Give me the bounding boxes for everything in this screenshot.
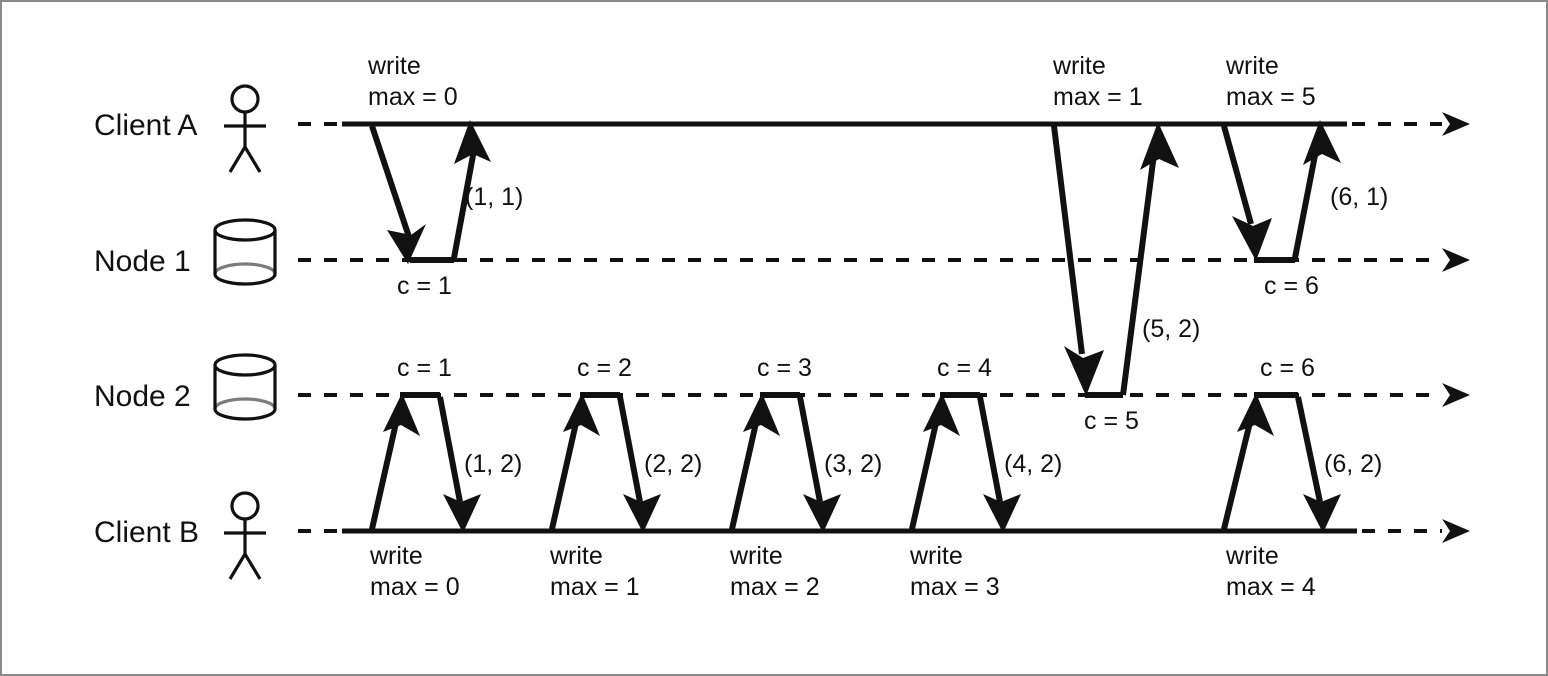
- timestamp-tag-6-1: (6, 1): [1330, 183, 1388, 211]
- actor-stick-figure-icon-client-a: [224, 84, 266, 173]
- note-client-a-write-0: write max = 0: [367, 52, 458, 111]
- note-line-1: write: [1052, 52, 1106, 80]
- counter-label-node-2-c1: c = 1: [397, 354, 452, 382]
- note-client-b-write-4: write max = 4: [1225, 542, 1316, 601]
- message-client-a-to-node-1-write5: [1221, 125, 1295, 263]
- note-line-2: max = 3: [910, 573, 1000, 601]
- note-line-1: write: [367, 52, 421, 80]
- note-line-2: max = 4: [1226, 573, 1316, 601]
- counter-label-node-2-c4: c = 4: [937, 354, 992, 382]
- database-cylinder-icon-node-1: [213, 218, 277, 286]
- counter-label-node-1-c1: c = 1: [397, 272, 452, 300]
- message-client-b-to-node-2-write2: [729, 392, 800, 530]
- message-node-2-to-client-b-reply1: (1, 2): [437, 396, 522, 533]
- note-line-1: write: [1225, 52, 1279, 80]
- counter-label-node-2-c5: c = 5: [1084, 407, 1139, 435]
- message-client-b-to-node-2-write0: [369, 392, 440, 530]
- note-line-2: max = 2: [730, 573, 820, 601]
- note-line-2: max = 5: [1226, 83, 1316, 111]
- actor-stick-figure-icon-client-b: [224, 491, 266, 580]
- lane-label-node-1: Node 1: [94, 245, 191, 278]
- message-node-2-to-client-b-reply6: (6, 2): [1295, 396, 1382, 533]
- note-line-1: write: [1225, 542, 1279, 570]
- counter-label-node-1-c6: c = 6: [1264, 272, 1319, 300]
- message-node-1-to-client-a-reply1: (1, 1): [451, 120, 523, 259]
- sequence-diagram: Client A Node 1 Node 2 Client B (1, 1) (…: [94, 52, 1470, 601]
- message-client-b-to-node-2-write3: [909, 392, 980, 530]
- note-client-b-write-2: write max = 2: [729, 542, 820, 601]
- timestamp-tag-2-2: (2, 2): [644, 450, 702, 478]
- timestamp-tag-1-1: (1, 1): [465, 183, 523, 211]
- counter-label-node-2-c3: c = 3: [757, 354, 812, 382]
- note-client-a-write-5: write max = 5: [1225, 52, 1316, 111]
- message-client-b-to-node-2-write1: [549, 392, 620, 530]
- message-node-2-to-client-b-reply2: (2, 2): [617, 396, 702, 533]
- timestamp-tag-3-2: (3, 2): [824, 450, 882, 478]
- note-line-1: write: [369, 542, 423, 570]
- note-line-1: write: [549, 542, 603, 570]
- lane-label-client-a: Client A: [94, 109, 197, 142]
- message-node-2-to-client-b-reply4: (4, 2): [977, 396, 1062, 533]
- timestamp-tag-6-2: (6, 2): [1324, 450, 1382, 478]
- figure-frame: Client A Node 1 Node 2 Client B (1, 1) (…: [0, 0, 1548, 676]
- counter-label-node-2-c2: c = 2: [577, 354, 632, 382]
- note-client-b-write-0: write max = 0: [369, 542, 460, 601]
- timestamp-tag-5-2: (5, 2): [1142, 315, 1200, 343]
- database-cylinder-icon-node-2: [213, 353, 277, 421]
- counter-label-node-2-c6: c = 6: [1260, 354, 1315, 382]
- note-line-2: max = 1: [1053, 83, 1143, 111]
- timestamp-tag-1-2: (1, 2): [464, 450, 522, 478]
- note-line-2: max = 0: [368, 83, 458, 111]
- note-line-2: max = 0: [370, 573, 460, 601]
- timestamp-tag-4-2: (4, 2): [1004, 450, 1062, 478]
- message-client-a-to-node-1-write0: [369, 125, 454, 264]
- note-client-b-write-1: write max = 1: [549, 542, 640, 601]
- note-line-1: write: [909, 542, 963, 570]
- lane-label-node-2: Node 2: [94, 380, 191, 413]
- note-client-b-write-3: write max = 3: [909, 542, 1000, 601]
- message-client-b-to-node-2-write4: [1221, 392, 1298, 530]
- message-node-1-to-client-a-reply6: (6, 1): [1292, 120, 1388, 259]
- lifeline-client-b: [298, 519, 1470, 543]
- message-node-2-to-client-b-reply3: (3, 2): [797, 396, 882, 533]
- note-line-1: write: [729, 542, 783, 570]
- note-client-a-write-1: write max = 1: [1052, 52, 1143, 111]
- note-line-2: max = 1: [550, 573, 640, 601]
- lane-label-client-b: Client B: [94, 516, 199, 549]
